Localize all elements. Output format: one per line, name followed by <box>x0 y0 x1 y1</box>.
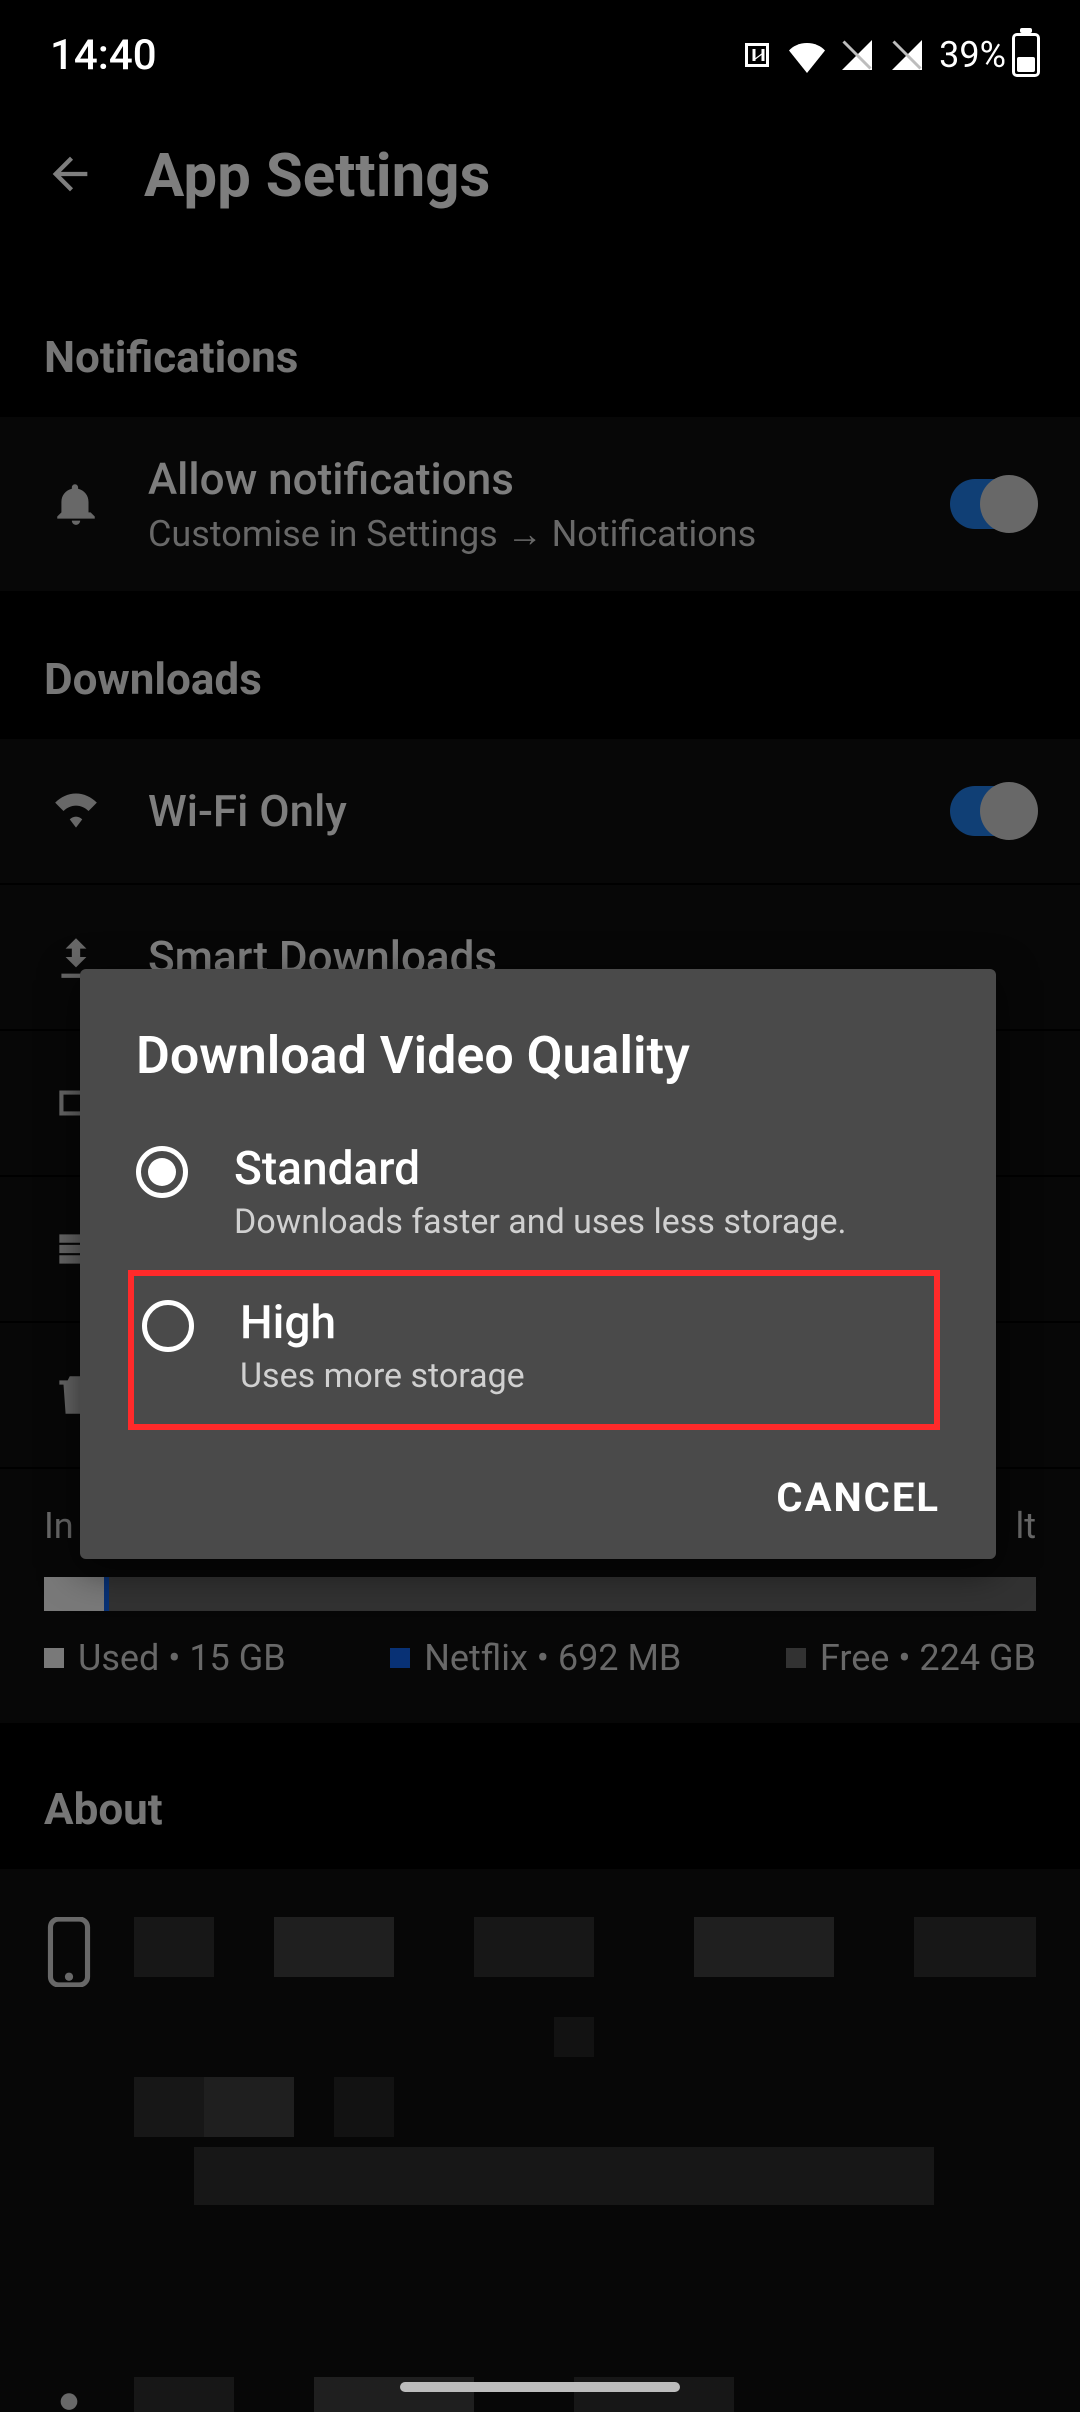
option-high[interactable]: High Uses more storage <box>128 1270 940 1430</box>
battery-icon <box>1012 33 1040 77</box>
page-title: App Settings <box>144 140 490 211</box>
section-downloads-title: Downloads <box>0 593 1080 739</box>
redacted-content <box>134 1917 1036 2207</box>
status-bar: 14:40 39% <box>0 0 1080 110</box>
section-about-title: About <box>0 1723 1080 1869</box>
phone-icon <box>44 1917 94 1991</box>
section-notifications-title: Notifications <box>0 271 1080 417</box>
option-high-label: High <box>240 1296 525 1350</box>
dialog-title: Download Video Quality <box>80 1025 996 1122</box>
radio-standard[interactable] <box>136 1146 188 1198</box>
legend-netflix: Netflix • 692 MB <box>424 1637 681 1679</box>
allow-notifications-label: Allow notifications <box>148 453 910 505</box>
about-device-row <box>0 1869 1080 2287</box>
allow-notifications-sub: Customise in Settings → Notifications <box>148 513 910 555</box>
radio-high[interactable] <box>142 1300 194 1352</box>
allow-notifications-switch[interactable] <box>950 479 1036 529</box>
back-button[interactable] <box>44 148 96 204</box>
bell-icon <box>44 479 108 529</box>
storage-bar <box>44 1577 1036 1611</box>
option-standard[interactable]: Standard Downloads faster and uses less … <box>80 1122 996 1266</box>
status-time: 14:40 <box>50 31 157 80</box>
cancel-button[interactable]: CANCEL <box>80 1440 996 1539</box>
wifi-only-switch[interactable] <box>950 786 1036 836</box>
wifi-icon <box>789 37 825 73</box>
wifi-row-icon <box>44 786 108 836</box>
about-user-row <box>0 2287 1080 2412</box>
legend-used: Used • 15 GB <box>78 1637 286 1679</box>
download-quality-dialog: Download Video Quality Standard Download… <box>80 969 996 1559</box>
sim-icon <box>839 37 875 73</box>
option-standard-sub: Downloads faster and uses less storage. <box>234 1202 846 1242</box>
legend-free: Free • 224 GB <box>820 1637 1036 1679</box>
nfc-icon <box>739 37 775 73</box>
battery-percent: 39% <box>939 34 1006 76</box>
user-icon <box>44 2377 94 2412</box>
sim-icon-2 <box>889 37 925 73</box>
status-icons: 39% <box>739 33 1040 77</box>
storage-right: lt <box>1015 1505 1036 1547</box>
storage-left: In <box>44 1505 74 1547</box>
wifi-only-label: Wi-Fi Only <box>148 785 910 837</box>
gesture-bar <box>400 2382 680 2392</box>
option-standard-label: Standard <box>234 1142 846 1196</box>
row-allow-notifications[interactable]: Allow notifications Customise in Setting… <box>0 417 1080 593</box>
row-wifi-only[interactable]: Wi-Fi Only <box>0 739 1080 885</box>
option-high-sub: Uses more storage <box>240 1356 525 1396</box>
app-header: App Settings <box>0 110 1080 271</box>
